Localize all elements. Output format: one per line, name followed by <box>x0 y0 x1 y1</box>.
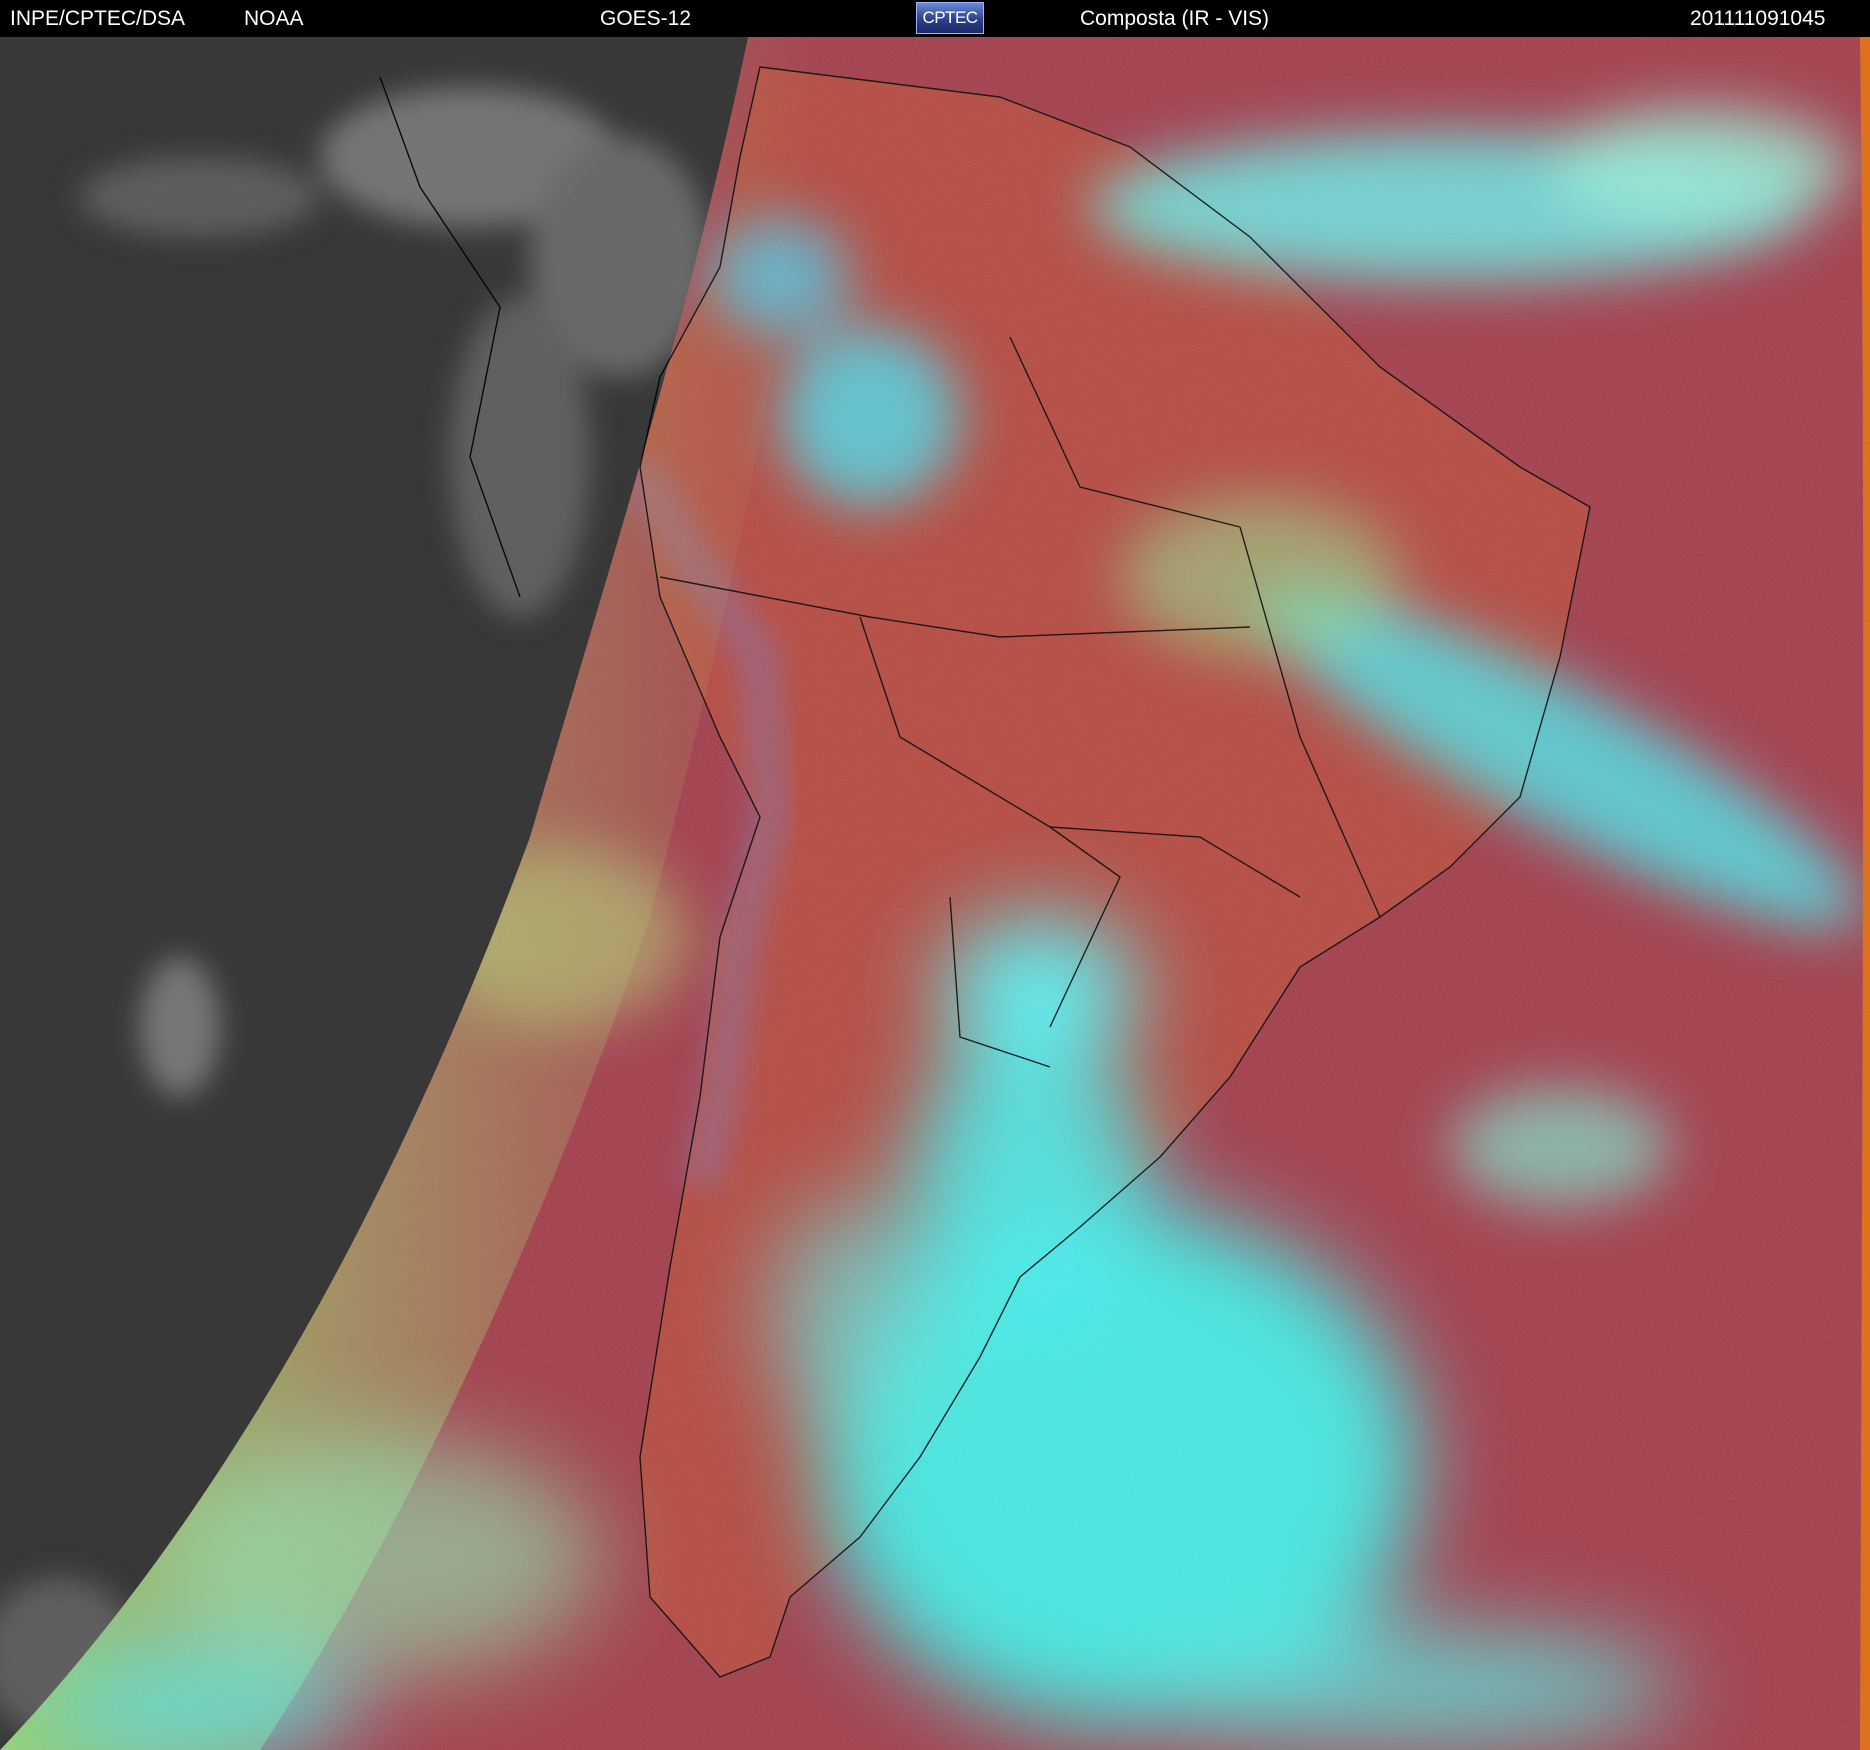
satellite-composite-image <box>0 37 1870 1750</box>
satellite-label: GOES-12 <box>600 7 692 30</box>
satellite-image-viewer: INPE/CPTEC/DSA NOAA GOES-12 CPTEC Compos… <box>0 0 1870 1750</box>
agency-label: NOAA <box>244 7 304 30</box>
cptec-logo: CPTEC <box>916 2 984 34</box>
org-label: INPE/CPTEC/DSA <box>10 7 186 30</box>
image-header-bar: INPE/CPTEC/DSA NOAA GOES-12 CPTEC Compos… <box>0 0 1870 37</box>
product-label: Composta (IR - VIS) <box>1080 7 1270 30</box>
timestamp-label: 201111091045 <box>1690 7 1826 30</box>
